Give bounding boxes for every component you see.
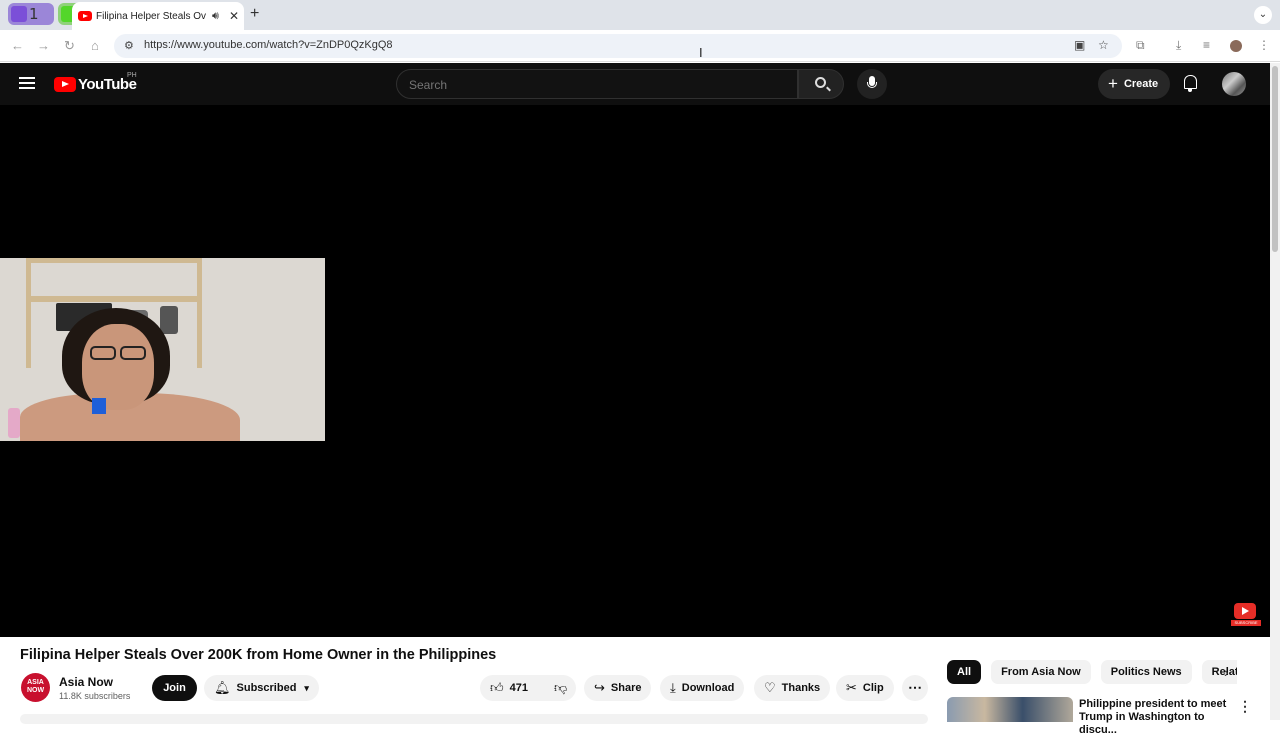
active-tab[interactable]: Filipina Helper Steals Over 200K from Ho…	[72, 2, 244, 30]
description-box[interactable]	[20, 714, 928, 724]
clip-label: Clip	[862, 682, 884, 694]
chip-all[interactable]: All	[947, 660, 982, 684]
glasses	[88, 346, 150, 360]
shelf-item	[160, 306, 178, 334]
youtube-logo[interactable]: YouTube	[54, 76, 137, 93]
bookmark-star-icon[interactable]: ☆	[1098, 38, 1109, 52]
close-tab-icon[interactable]: ✕	[229, 9, 239, 23]
pinned-tab-twitch[interactable]: 1	[8, 3, 54, 25]
create-label: Create	[1123, 78, 1159, 90]
more-actions-icon[interactable]: ⋯	[902, 675, 928, 701]
video-player[interactable]: SUBSCRIBE	[0, 105, 1270, 637]
youtube-favicon-icon	[78, 11, 92, 21]
share-label: Share	[610, 682, 642, 694]
join-button[interactable]: Join	[152, 675, 197, 701]
subscribed-label: Subscribed	[236, 682, 297, 694]
cast-icon[interactable]: ▣	[1074, 38, 1085, 52]
speaker-icon[interactable]: 🔊︎	[212, 10, 219, 23]
url-text[interactable]: https://www.youtube.com/watch?v=ZnDP0QzK…	[144, 39, 393, 51]
text-cursor-icon: I	[699, 45, 703, 60]
search-button[interactable]	[798, 69, 844, 99]
download-icon: ⤓	[670, 680, 676, 695]
back-icon[interactable]: ←	[11, 38, 24, 53]
youtube-masthead: YouTube PH + Create	[0, 63, 1270, 105]
video-title: Filipina Helper Steals Over 200K from Ho…	[20, 647, 497, 663]
share-icon: ↪	[594, 680, 605, 695]
microphone-base	[867, 82, 877, 88]
reading-list-icon[interactable]: ≡	[1203, 38, 1210, 52]
page-scrollbar-thumb[interactable]	[1272, 66, 1278, 252]
chip-related[interactable]: Related	[1201, 660, 1237, 684]
shelf-board	[26, 296, 202, 302]
subscribed-button[interactable]: 🔔︎ Subscribed ▾	[204, 675, 319, 701]
create-button[interactable]: + Create	[1098, 69, 1170, 99]
dislike-icon[interactable]: 👎︎	[554, 680, 567, 696]
country-code: PH	[127, 72, 137, 79]
glasses-lens	[120, 346, 146, 360]
blue-object	[92, 398, 106, 414]
address-bar[interactable]: ⚙ https://www.youtube.com/watch?v=ZnDP0Q…	[114, 34, 1122, 58]
recommendation-menu-icon[interactable]: ⋮	[1238, 698, 1252, 715]
chevron-right-icon[interactable]: ›	[1224, 664, 1229, 680]
share-button[interactable]: ↪ Share	[584, 675, 652, 701]
browser-tab-strip: 1 2 Filipina Helper Steals Over 200K fro…	[0, 0, 1280, 30]
like-icon[interactable]: 👍︎	[490, 680, 504, 696]
search-input[interactable]	[409, 78, 779, 92]
subscribe-watermark-text: SUBSCRIBE	[1231, 620, 1261, 626]
pinned-tab-number: 1	[29, 5, 39, 23]
tab-search-chevron-icon[interactable]: ⌄	[1254, 6, 1272, 24]
clip-button[interactable]: ✂ Clip	[836, 675, 894, 701]
bottle	[8, 408, 20, 438]
user-avatar[interactable]	[1222, 72, 1246, 96]
thanks-icon: ♡	[764, 680, 776, 695]
chip-politics-news[interactable]: Politics News	[1100, 660, 1192, 684]
thanks-label: Thanks	[781, 682, 821, 694]
voice-search-button[interactable]	[857, 69, 887, 99]
extensions-icon[interactable]: ⧉	[1136, 38, 1145, 53]
chevron-down-icon: ▾	[304, 682, 309, 693]
recommendation-title[interactable]: Philippine president to meet Trump in Wa…	[1079, 698, 1229, 737]
download-button[interactable]: ⤓ Download	[660, 675, 745, 701]
subscribe-watermark[interactable]: SUBSCRIBE	[1231, 603, 1261, 629]
site-info-icon[interactable]: ⚙	[124, 39, 134, 52]
profile-icon[interactable]	[1230, 40, 1242, 52]
menu-icon[interactable]: ⋮	[1258, 38, 1270, 52]
bell-icon: 🔔︎	[214, 680, 231, 695]
twitch-icon	[11, 6, 27, 22]
new-tab-button[interactable]: +	[250, 5, 259, 23]
channel-name[interactable]: Asia Now	[59, 675, 113, 689]
like-count[interactable]: 471	[510, 682, 528, 694]
like-dislike-group: 👍︎ 471 👎︎	[480, 675, 576, 701]
notifications-bell-icon[interactable]	[1184, 75, 1197, 92]
webcam-overlay	[0, 258, 325, 441]
search-icon	[815, 77, 826, 88]
youtube-play-icon	[54, 77, 76, 92]
thanks-button[interactable]: ♡ Thanks	[754, 675, 831, 701]
chip-from-asia-now[interactable]: From Asia Now	[991, 660, 1091, 684]
download-icon[interactable]: ⤓	[1176, 38, 1181, 53]
channel-avatar[interactable]: ASIA NOW	[21, 673, 50, 702]
scissors-icon: ✂	[846, 680, 857, 695]
browser-toolbar: ← → ↻ ⌂ ⚙ https://www.youtube.com/watch?…	[0, 30, 1280, 62]
home-icon[interactable]: ⌂	[91, 38, 99, 53]
forward-icon[interactable]: →	[37, 38, 50, 53]
reload-icon[interactable]: ↻	[64, 38, 75, 54]
glasses-lens	[90, 346, 116, 360]
plus-icon: +	[1108, 74, 1118, 93]
hamburger-menu-icon[interactable]	[19, 77, 35, 89]
youtube-play-icon	[1234, 603, 1256, 619]
recommendation-thumbnail[interactable]	[947, 697, 1073, 722]
subscriber-count: 11.8K subscribers	[59, 691, 131, 701]
tab-title: Filipina Helper Steals Over 200K from Ho…	[96, 10, 206, 22]
search-box[interactable]	[396, 69, 798, 99]
download-label: Download	[681, 682, 735, 694]
filter-chips: All From Asia Now Politics News Related	[947, 660, 1237, 686]
